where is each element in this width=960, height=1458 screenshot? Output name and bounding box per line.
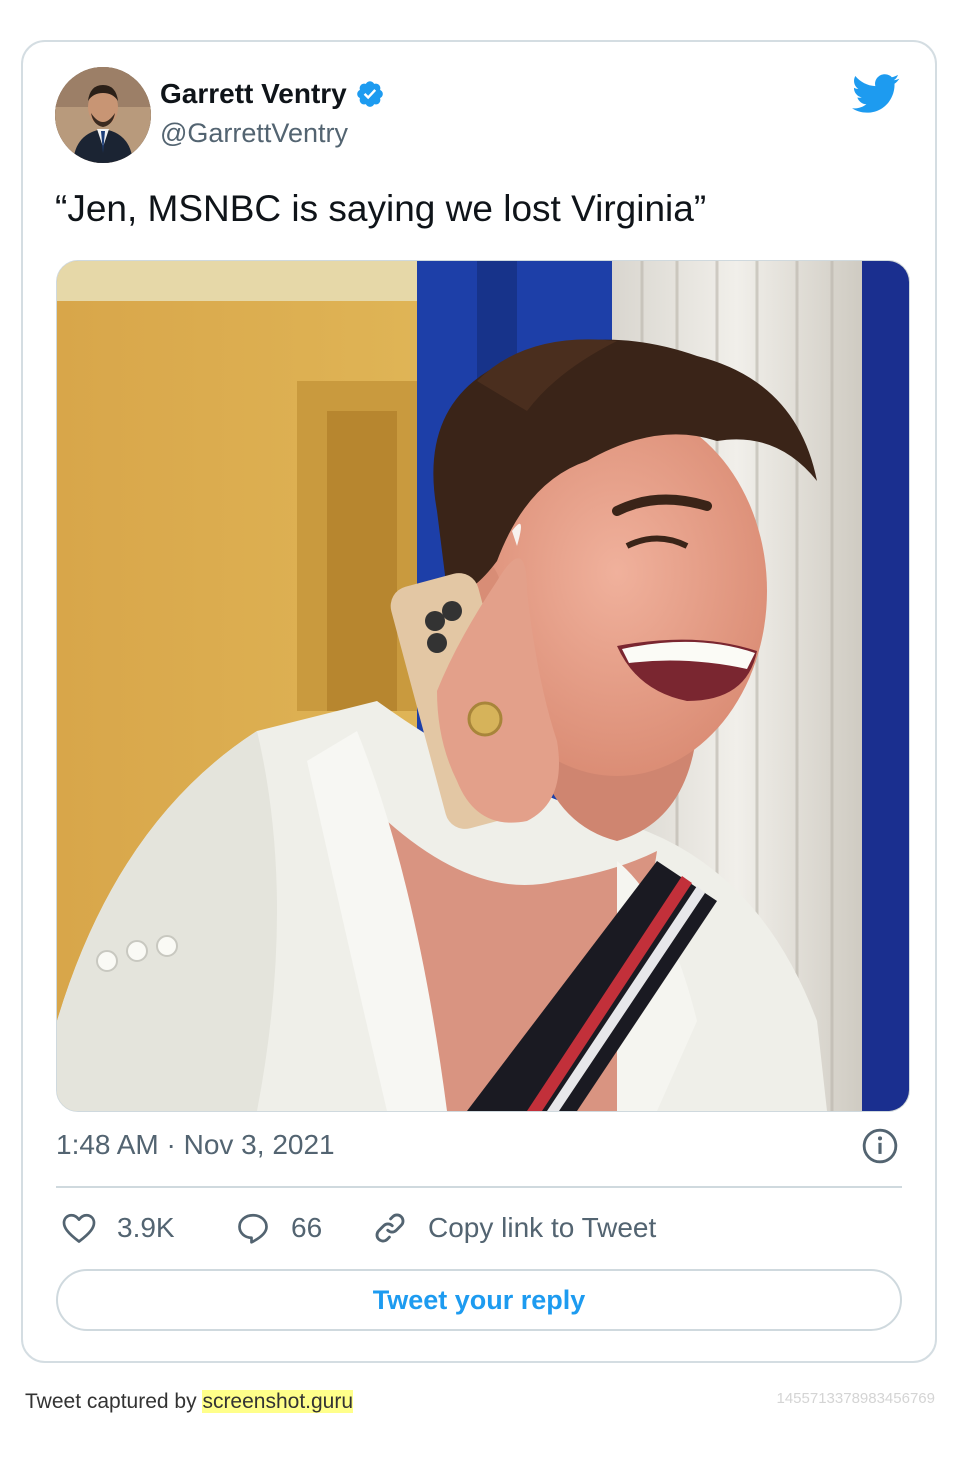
divider: [56, 1186, 902, 1188]
info-icon[interactable]: [861, 1127, 899, 1165]
like-button[interactable]: 3.9K: [61, 1210, 175, 1246]
capture-credit: Tweet captured by screenshot.guru: [25, 1390, 354, 1414]
link-icon: [375, 1213, 405, 1243]
capture-credit-prefix: Tweet captured by: [25, 1390, 203, 1413]
speech-bubble-icon: [238, 1213, 268, 1244]
tweet-media-image[interactable]: [56, 260, 910, 1112]
copy-link-button[interactable]: Copy link to Tweet: [372, 1210, 656, 1246]
tweet-card: Garrett Ventry @GarrettVentry “Jen, MSNB…: [21, 40, 937, 1363]
author-handle[interactable]: @GarrettVentry: [160, 118, 348, 149]
author-name[interactable]: Garrett Ventry: [160, 78, 385, 110]
copy-link-label: Copy link to Tweet: [428, 1212, 657, 1243]
reply-count-button[interactable]: 66: [235, 1210, 322, 1246]
author-name-text[interactable]: Garrett Ventry: [160, 78, 347, 110]
author-avatar[interactable]: [55, 67, 151, 163]
tweet-id: 1455713378983456769: [776, 1390, 935, 1407]
tweet-your-reply-button[interactable]: Tweet your reply: [56, 1269, 902, 1331]
tweet-timestamp[interactable]: 1:48 AM · Nov 3, 2021: [56, 1129, 335, 1161]
verified-badge-icon: [356, 81, 383, 107]
tweet-text: “Jen, MSNBC is saying we lost Virginia”: [55, 188, 707, 229]
reply-count: 66: [291, 1212, 323, 1243]
twitter-bird-icon[interactable]: [851, 74, 901, 114]
media-photo: [57, 261, 909, 1111]
capture-site-link[interactable]: screenshot.guru: [202, 1390, 354, 1413]
like-count: 3.9K: [117, 1212, 175, 1243]
heart-icon: [62, 1213, 96, 1243]
